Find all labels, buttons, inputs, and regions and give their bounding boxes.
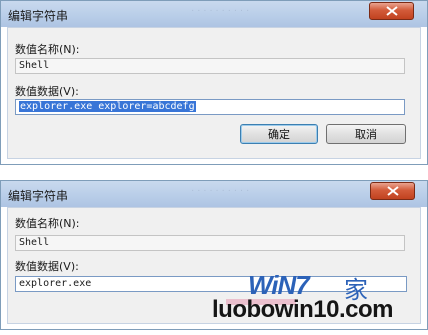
close-icon bbox=[386, 186, 399, 196]
ok-button[interactable]: 确定 bbox=[240, 124, 318, 144]
background-ghost-text: · · · · · · · · · · bbox=[191, 5, 250, 16]
value-data-label: 数值数据(V): bbox=[15, 260, 79, 273]
value-name-label: 数值名称(N): bbox=[15, 43, 80, 56]
dialog-title: 编辑字符串 bbox=[8, 189, 69, 203]
title-bar[interactable]: 编辑字符串 · · · · · · · · · · bbox=[1, 1, 427, 27]
value-name-field: Shell bbox=[15, 235, 405, 251]
title-bar[interactable]: 编辑字符串 · · · · · · · · · · bbox=[1, 181, 427, 207]
value-data-input[interactable]: explorer.exe explorer=abcdefg bbox=[15, 99, 405, 115]
value-data-label: 数值数据(V): bbox=[15, 85, 79, 98]
close-icon bbox=[385, 6, 398, 16]
dialog-client-area: 数值名称(N): Shell 数值数据(V): explorer.exe exp… bbox=[7, 27, 421, 159]
value-name-label: 数值名称(N): bbox=[15, 217, 80, 230]
edit-string-dialog-1: 编辑字符串 · · · · · · · · · · 数值名称(N): Shell… bbox=[0, 0, 428, 165]
site-watermark: WiN7 家 luobowin10.com bbox=[212, 270, 422, 332]
dialog-title: 编辑字符串 bbox=[8, 9, 69, 23]
value-name-field: Shell bbox=[15, 58, 405, 74]
cancel-button[interactable]: 取消 bbox=[326, 124, 406, 144]
close-button[interactable] bbox=[370, 182, 415, 200]
close-button[interactable] bbox=[369, 2, 414, 20]
selected-text: explorer.exe explorer=abcdefg bbox=[19, 101, 196, 112]
watermark-url: luobowin10.com bbox=[212, 296, 394, 323]
background-ghost-text: · · · · · · · · · · bbox=[191, 185, 250, 196]
